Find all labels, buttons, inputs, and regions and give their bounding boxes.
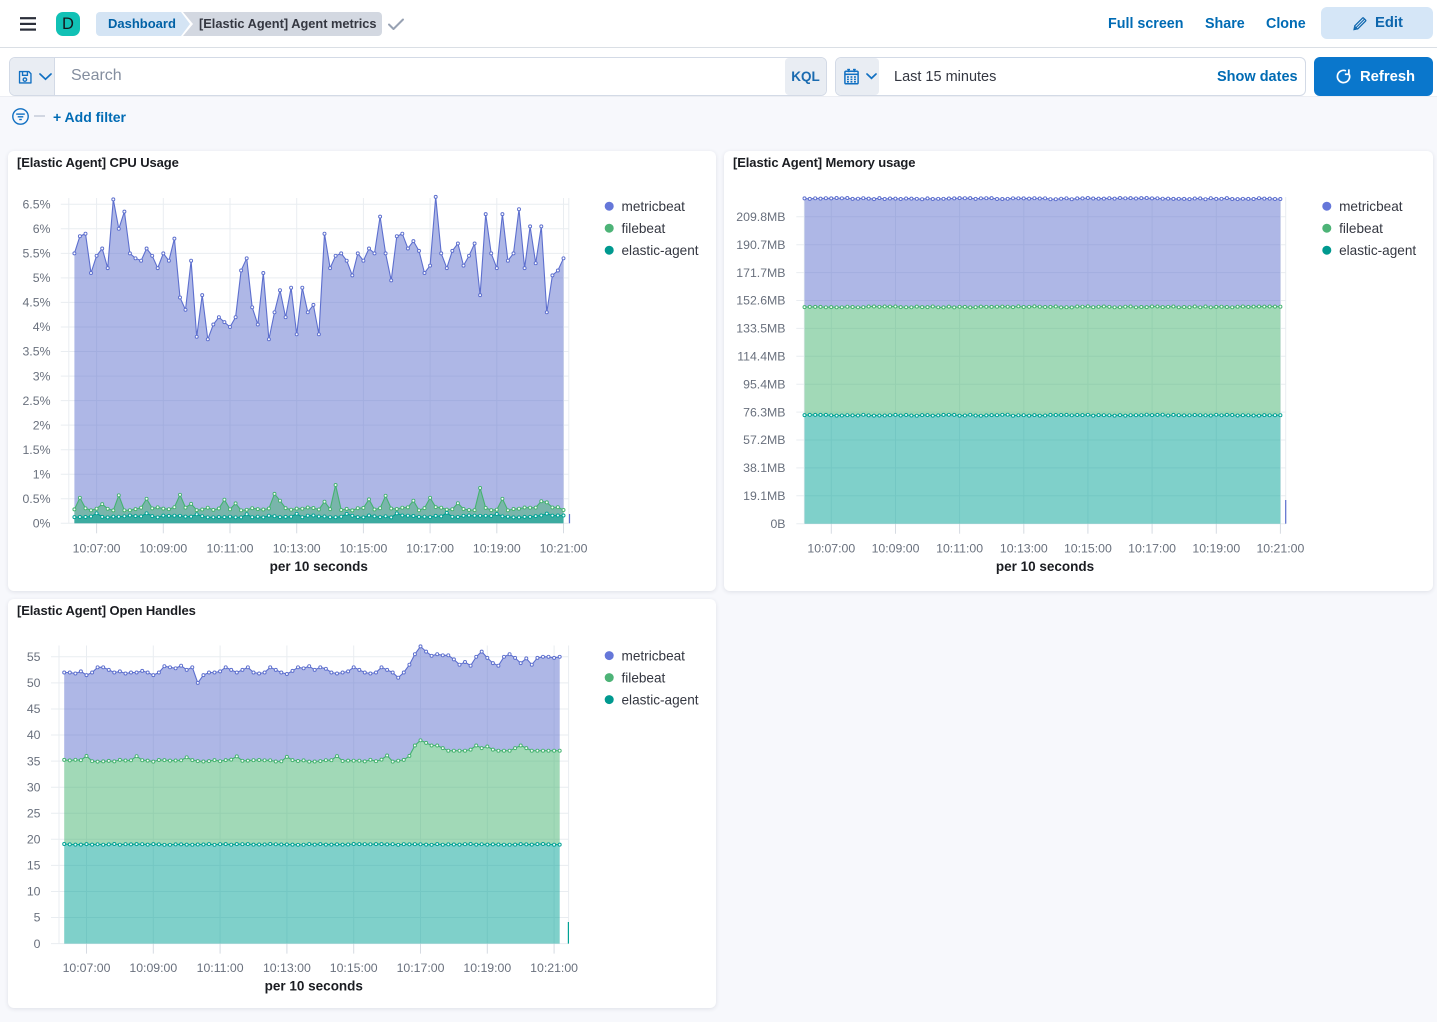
svg-text:209.8MB: 209.8MB bbox=[736, 210, 785, 224]
svg-text:2%: 2% bbox=[33, 418, 51, 432]
svg-text:171.7MB: 171.7MB bbox=[736, 266, 785, 280]
svg-text:35: 35 bbox=[27, 754, 41, 768]
svg-text:30: 30 bbox=[27, 780, 41, 794]
svg-text:10:19:00: 10:19:00 bbox=[463, 961, 511, 975]
svg-text:55: 55 bbox=[27, 650, 41, 664]
svg-text:10:19:00: 10:19:00 bbox=[473, 541, 521, 555]
svg-text:10:11:00: 10:11:00 bbox=[197, 961, 244, 975]
svg-text:2.5%: 2.5% bbox=[22, 394, 50, 408]
svg-text:6.5%: 6.5% bbox=[22, 198, 50, 212]
svg-text:10:07:00: 10:07:00 bbox=[63, 961, 111, 975]
svg-text:10:13:00: 10:13:00 bbox=[263, 961, 311, 975]
svg-text:10:11:00: 10:11:00 bbox=[207, 541, 254, 555]
svg-text:50: 50 bbox=[27, 676, 41, 690]
svg-text:metricbeat: metricbeat bbox=[1339, 199, 1403, 214]
svg-text:76.3MB: 76.3MB bbox=[743, 405, 785, 419]
svg-text:5.5%: 5.5% bbox=[22, 247, 50, 261]
svg-text:per 10 seconds: per 10 seconds bbox=[265, 978, 363, 993]
svg-text:10:15:00: 10:15:00 bbox=[1064, 541, 1112, 555]
svg-text:25: 25 bbox=[27, 806, 41, 820]
svg-text:10:07:00: 10:07:00 bbox=[73, 541, 121, 555]
svg-text:0%: 0% bbox=[33, 517, 51, 531]
svg-text:38.1MB: 38.1MB bbox=[743, 461, 785, 475]
svg-text:20: 20 bbox=[27, 833, 41, 847]
svg-text:10:11:00: 10:11:00 bbox=[936, 541, 983, 555]
svg-text:10:19:00: 10:19:00 bbox=[1192, 541, 1240, 555]
svg-text:filebeat: filebeat bbox=[1339, 221, 1383, 236]
svg-text:10: 10 bbox=[27, 885, 41, 899]
svg-text:elastic-agent: elastic-agent bbox=[622, 692, 699, 707]
svg-text:114.4MB: 114.4MB bbox=[737, 350, 785, 364]
svg-text:95.4MB: 95.4MB bbox=[743, 377, 785, 391]
svg-text:elastic-agent: elastic-agent bbox=[622, 243, 699, 258]
svg-text:10:21:00: 10:21:00 bbox=[530, 961, 578, 975]
svg-text:per 10 seconds: per 10 seconds bbox=[996, 559, 1094, 574]
svg-text:4%: 4% bbox=[33, 320, 51, 334]
svg-text:45: 45 bbox=[27, 702, 41, 716]
svg-text:3.5%: 3.5% bbox=[22, 345, 50, 359]
svg-text:metricbeat: metricbeat bbox=[622, 648, 686, 663]
svg-text:10:09:00: 10:09:00 bbox=[872, 541, 920, 555]
svg-text:10:15:00: 10:15:00 bbox=[330, 961, 378, 975]
svg-text:per 10 seconds: per 10 seconds bbox=[270, 559, 368, 574]
svg-text:19.1MB: 19.1MB bbox=[743, 489, 785, 503]
svg-text:10:17:00: 10:17:00 bbox=[1128, 541, 1176, 555]
svg-text:10:21:00: 10:21:00 bbox=[540, 541, 588, 555]
svg-text:filebeat: filebeat bbox=[622, 670, 666, 685]
svg-text:10:07:00: 10:07:00 bbox=[807, 541, 855, 555]
svg-text:10:09:00: 10:09:00 bbox=[139, 541, 187, 555]
svg-text:1%: 1% bbox=[33, 467, 51, 481]
svg-text:0: 0 bbox=[34, 937, 41, 951]
svg-text:10:15:00: 10:15:00 bbox=[339, 541, 387, 555]
svg-text:elastic-agent: elastic-agent bbox=[1339, 243, 1416, 258]
svg-text:10:17:00: 10:17:00 bbox=[397, 961, 445, 975]
svg-text:metricbeat: metricbeat bbox=[622, 199, 686, 214]
svg-text:133.5MB: 133.5MB bbox=[736, 322, 785, 336]
svg-text:10:09:00: 10:09:00 bbox=[129, 961, 177, 975]
svg-text:filebeat: filebeat bbox=[622, 221, 666, 236]
svg-text:5: 5 bbox=[34, 911, 41, 925]
svg-text:3%: 3% bbox=[33, 369, 51, 383]
svg-text:152.6MB: 152.6MB bbox=[736, 294, 785, 308]
svg-text:10:13:00: 10:13:00 bbox=[273, 541, 321, 555]
svg-text:40: 40 bbox=[27, 728, 41, 742]
svg-text:5%: 5% bbox=[33, 271, 51, 285]
svg-text:15: 15 bbox=[27, 859, 41, 873]
svg-text:190.7MB: 190.7MB bbox=[736, 238, 785, 252]
svg-text:10:17:00: 10:17:00 bbox=[406, 541, 454, 555]
svg-text:6%: 6% bbox=[33, 222, 51, 236]
svg-text:57.2MB: 57.2MB bbox=[743, 433, 785, 447]
svg-text:1.5%: 1.5% bbox=[22, 443, 50, 457]
svg-text:10:13:00: 10:13:00 bbox=[1000, 541, 1048, 555]
svg-text:10:21:00: 10:21:00 bbox=[1256, 541, 1304, 555]
svg-text:0B: 0B bbox=[770, 517, 785, 531]
svg-text:0.5%: 0.5% bbox=[22, 492, 50, 506]
svg-text:4.5%: 4.5% bbox=[22, 296, 50, 310]
